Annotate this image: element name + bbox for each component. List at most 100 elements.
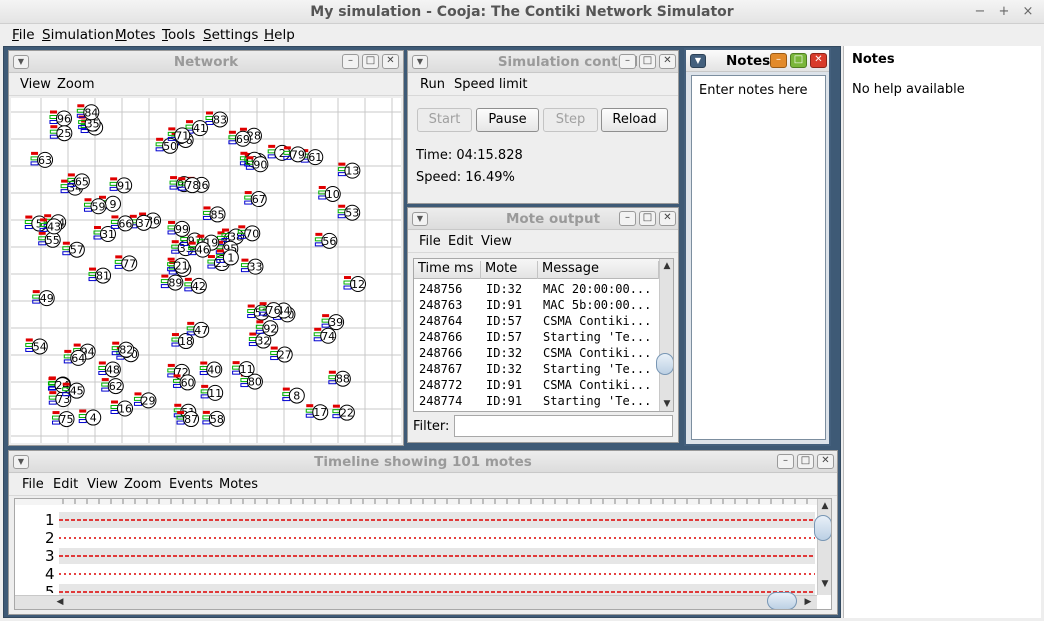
mote[interactable]: 22 xyxy=(332,404,355,421)
close-icon[interactable]: ✕ xyxy=(659,211,676,226)
mote[interactable]: 10 xyxy=(318,185,341,202)
notes-titlebar[interactable]: ▼ Notes – □ ✕ xyxy=(686,50,829,72)
minimize-window-button[interactable]: − xyxy=(970,0,990,24)
mote[interactable]: 45 xyxy=(62,382,85,399)
maximize-icon[interactable]: □ xyxy=(362,54,379,69)
mote[interactable]: 55 xyxy=(38,231,61,248)
network-menu-zoom[interactable]: Zoom xyxy=(57,77,94,92)
mote[interactable]: 16 xyxy=(110,400,134,417)
mote[interactable]: 79 xyxy=(283,146,306,163)
column-message[interactable]: Message xyxy=(538,261,659,279)
mote[interactable]: 1 xyxy=(216,249,239,266)
mote[interactable]: 11 xyxy=(200,384,224,401)
maximize-icon[interactable]: □ xyxy=(639,54,656,69)
timeline-menu-view[interactable]: View xyxy=(87,477,118,492)
timeline-vscrollbar[interactable]: ▲ ▼ xyxy=(814,499,831,595)
reload-button[interactable]: Reload xyxy=(601,108,668,132)
mote[interactable]: 21 xyxy=(167,257,190,274)
minimize-icon[interactable]: – xyxy=(770,53,787,68)
maximize-icon[interactable]: □ xyxy=(797,454,814,469)
mote[interactable]: 82 xyxy=(111,341,135,358)
mote[interactable]: 39 xyxy=(321,314,345,331)
sim-menu-run[interactable]: Run xyxy=(420,77,445,92)
mote[interactable]: 54 xyxy=(25,338,48,355)
mote[interactable]: 92 xyxy=(255,320,279,337)
close-icon[interactable]: ✕ xyxy=(817,454,834,469)
table-row[interactable]: 248767 ID:32 Starting 'Te... xyxy=(414,361,659,377)
maximize-window-button[interactable]: + xyxy=(994,0,1014,24)
mote[interactable]: 73 xyxy=(48,391,72,408)
mote-menu-file[interactable]: File xyxy=(419,234,441,249)
filter-input[interactable] xyxy=(454,415,673,437)
mote-output-titlebar[interactable]: ▼ Mote output – □ ✕ xyxy=(408,208,678,230)
mote[interactable]: 29 xyxy=(133,392,157,409)
mote[interactable]: 33 xyxy=(240,258,264,275)
mote[interactable]: 40 xyxy=(199,361,223,378)
mote[interactable]: 75 xyxy=(52,411,75,428)
timeline-menu-events[interactable]: Events xyxy=(169,477,213,492)
column-mote[interactable]: Mote xyxy=(481,261,538,279)
start-button[interactable]: Start xyxy=(417,108,472,132)
column-time[interactable]: Time ms xyxy=(414,261,481,279)
menu-help[interactable]: Help xyxy=(264,27,295,43)
mote[interactable]: 89 xyxy=(160,274,184,291)
mote[interactable]: 87 xyxy=(176,411,200,428)
network-menu-view[interactable]: View xyxy=(20,77,51,92)
mote[interactable]: 27 xyxy=(270,346,293,363)
table-row[interactable]: 248756 ID:32 MAC 20:00:00... xyxy=(414,281,659,297)
mote[interactable]: 78 xyxy=(177,177,201,194)
frame-menu-icon[interactable]: ▼ xyxy=(412,212,428,226)
mote[interactable]: 96 xyxy=(49,110,72,127)
mote[interactable]: 85 xyxy=(203,206,226,223)
frame-menu-icon[interactable]: ▼ xyxy=(690,54,706,68)
sim-menu-speed-limit[interactable]: Speed limit xyxy=(454,77,527,92)
mote[interactable]: 77 xyxy=(114,255,138,272)
menu-settings[interactable]: Settings xyxy=(203,27,258,43)
scroll-thumb[interactable] xyxy=(767,592,797,609)
mote[interactable]: 49 xyxy=(32,290,55,307)
scroll-down-icon[interactable]: ▼ xyxy=(660,399,673,409)
pause-button[interactable]: Pause xyxy=(476,108,539,132)
timeline-canvas[interactable]: 1 2 3 4 5 ▲ ▼ ◀ ▶ xyxy=(14,498,832,610)
minimize-icon[interactable]: – xyxy=(619,211,636,226)
mote[interactable]: 47 xyxy=(186,321,210,338)
timeline-hscrollbar[interactable]: ◀ ▶ xyxy=(15,592,817,609)
mote[interactable]: 90 xyxy=(245,156,269,173)
sim-control-titlebar[interactable]: ▼ Simulation control – □ ✕ xyxy=(408,51,678,73)
mote[interactable]: 62 xyxy=(101,378,124,395)
mote[interactable]: 59 xyxy=(83,198,107,215)
mote[interactable]: 99 xyxy=(167,220,191,237)
mote[interactable]: 57 xyxy=(62,241,85,258)
mote[interactable]: 13 xyxy=(337,162,361,179)
table-row[interactable]: 248766 ID:32 CSMA Contiki... xyxy=(414,345,659,361)
table-row[interactable]: 248774 ID:91 Starting 'Te... xyxy=(414,393,659,409)
mote[interactable]: 88 xyxy=(328,370,351,387)
mote[interactable]: 48 xyxy=(98,361,121,378)
mote[interactable]: 69 xyxy=(228,130,251,147)
mote[interactable]: 56 xyxy=(314,232,338,249)
mote[interactable]: 70 xyxy=(237,225,261,242)
close-icon[interactable]: ✕ xyxy=(659,54,676,69)
mote[interactable]: 17 xyxy=(305,404,329,421)
table-row[interactable]: 248763 ID:91 MAC 5b:00:00... xyxy=(414,297,659,313)
close-icon[interactable]: ✕ xyxy=(382,54,399,69)
scroll-down-icon[interactable]: ▼ xyxy=(818,579,831,589)
menu-motes[interactable]: Motes xyxy=(115,27,156,43)
mote[interactable]: 53 xyxy=(337,204,361,221)
close-icon[interactable]: ✕ xyxy=(810,53,827,68)
mote[interactable]: 8 xyxy=(282,387,305,404)
table-row[interactable]: 248766 ID:57 Starting 'Te... xyxy=(414,329,659,345)
menu-simulation[interactable]: Simulation xyxy=(42,27,114,43)
network-canvas[interactable]: 4234615683028269823322571389674938594867… xyxy=(11,98,401,443)
mote[interactable]: 58 xyxy=(202,410,225,427)
mote-menu-edit[interactable]: Edit xyxy=(448,234,473,249)
mote[interactable]: 11 xyxy=(232,361,255,378)
mote[interactable]: 4 xyxy=(78,409,102,426)
timeline-menu-zoom[interactable]: Zoom xyxy=(124,477,161,492)
table-row[interactable]: 248772 ID:91 CSMA Contiki... xyxy=(414,377,659,393)
maximize-icon[interactable]: □ xyxy=(639,211,656,226)
mote[interactable]: 42 xyxy=(184,277,207,294)
mote[interactable]: 83 xyxy=(205,111,228,128)
maximize-icon[interactable]: □ xyxy=(790,53,807,68)
mote[interactable]: 76 xyxy=(259,302,282,319)
